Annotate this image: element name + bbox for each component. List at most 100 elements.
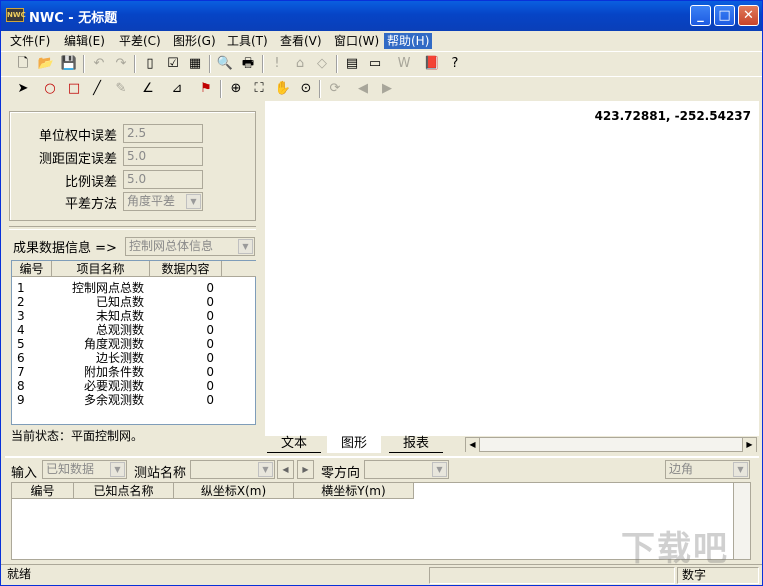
- list-item[interactable]: 7 附加条件数 0: [12, 365, 257, 379]
- tab-report[interactable]: 报表: [389, 436, 444, 453]
- zoom-extent-icon[interactable]: ⛶: [249, 79, 269, 99]
- item-name: 已知点数: [95, 295, 144, 309]
- report-icon[interactable]: W: [394, 54, 414, 74]
- menu-help[interactable]: 帮助(H): [384, 33, 433, 49]
- angle-type-select[interactable]: 边角 ▼: [665, 460, 750, 479]
- open-folder-icon[interactable]: 📂: [36, 54, 56, 74]
- network-info-list[interactable]: 编号 项目名称 数据内容 1 控制网点总数 0 2 已知点数 0 3 未知点数 0 4 总观测…: [11, 260, 256, 425]
- list-header-value[interactable]: 数据内容: [150, 261, 222, 277]
- help-book-icon[interactable]: 📕: [422, 54, 442, 74]
- prev-station-icon[interactable]: ◀: [277, 460, 294, 479]
- grid-header-point-name[interactable]: 已知点名称: [74, 483, 174, 499]
- input-label: 输入: [11, 466, 38, 481]
- menu-bar: 文件(F) 编辑(E) 平差(C) 图形(G) 工具(T) 查看(V) 窗口(W…: [1, 31, 762, 51]
- list-item[interactable]: 1 控制网点总数 0: [12, 281, 257, 295]
- item-value: 0: [206, 295, 214, 309]
- item-no: 2: [17, 295, 25, 309]
- tab-graphics[interactable]: 图形: [327, 436, 382, 453]
- menu-graphics[interactable]: 图形(G): [170, 33, 219, 49]
- menu-file[interactable]: 文件(F): [7, 33, 53, 49]
- zoom-window-icon[interactable]: ⊙: [296, 79, 316, 99]
- table-icon[interactable]: ▦: [185, 54, 205, 74]
- flag-pointer-icon[interactable]: ⚑: [196, 79, 216, 99]
- print-icon[interactable]: 🖶: [238, 54, 258, 74]
- redo-icon[interactable]: ↷: [111, 54, 131, 74]
- menu-window[interactable]: 窗口(W): [331, 33, 382, 49]
- check-edit-icon[interactable]: ☑: [163, 54, 183, 74]
- menu-tools[interactable]: 工具(T): [224, 33, 271, 49]
- list-item[interactable]: 6 边长测数 0: [12, 351, 257, 365]
- point-icon[interactable]: ○: [40, 79, 60, 99]
- toolbar-separator: [83, 55, 85, 73]
- menu-edit[interactable]: 编辑(E): [61, 33, 108, 49]
- list-item[interactable]: 2 已知点数 0: [12, 295, 257, 309]
- scroll-right-icon[interactable]: ▶: [742, 438, 756, 452]
- chevron-down-icon[interactable]: ▼: [110, 462, 125, 477]
- item-no: 4: [17, 323, 25, 337]
- zero-direction-select[interactable]: ▼: [364, 460, 449, 479]
- graphics-canvas[interactable]: 423.72881, -252.54237: [265, 101, 759, 436]
- chevron-down-icon[interactable]: ▼: [186, 194, 201, 209]
- select-arrow-icon[interactable]: ➤: [13, 79, 33, 99]
- new-file-icon[interactable]: 🗋: [13, 54, 33, 74]
- grid-header-y[interactable]: 横坐标Y(m): [294, 483, 414, 499]
- whats-this-icon[interactable]: ?: [445, 54, 465, 74]
- prev-arrow-icon[interactable]: ◀: [353, 79, 373, 99]
- station-name-select[interactable]: ▼: [190, 460, 275, 479]
- range-fixed-error-field[interactable]: 5.0: [123, 147, 203, 166]
- item-name: 控制网点总数: [71, 281, 144, 295]
- chevron-down-icon[interactable]: ▼: [432, 462, 447, 477]
- list-item[interactable]: 9 多余观测数 0: [12, 393, 257, 407]
- item-no: 5: [17, 337, 25, 351]
- tab-text[interactable]: 文本: [267, 436, 322, 453]
- square-point-icon[interactable]: □: [64, 79, 84, 99]
- adjustment-method-label: 平差方法: [64, 197, 117, 212]
- list-item[interactable]: 4 总观测数 0: [12, 323, 257, 337]
- grid-header-x[interactable]: 纵坐标X(m): [174, 483, 294, 499]
- title-bar[interactable]: NWC NWC - 无标题 _ □ ✕: [1, 1, 762, 31]
- item-name: 角度观测数: [83, 337, 144, 351]
- edge-tool-icon[interactable]: ⊿: [167, 79, 187, 99]
- menu-view[interactable]: 查看(V): [277, 33, 325, 49]
- network-icon[interactable]: ⌂: [290, 54, 310, 74]
- pencil-icon[interactable]: ✎: [111, 79, 131, 99]
- unit-weight-error-field[interactable]: 2.5: [123, 124, 203, 143]
- chevron-down-icon[interactable]: ▼: [258, 462, 273, 477]
- minimize-button[interactable]: _: [690, 5, 711, 26]
- toolbar-separator: [319, 80, 321, 98]
- status-mode: 数字: [677, 567, 759, 584]
- chevron-down-icon[interactable]: ▼: [733, 462, 748, 477]
- list-header-name[interactable]: 项目名称: [52, 261, 150, 277]
- refresh-icon[interactable]: ⟳: [325, 79, 345, 99]
- ruler-icon[interactable]: ▭: [365, 54, 385, 74]
- next-arrow-icon[interactable]: ▶: [377, 79, 397, 99]
- grid-header-no[interactable]: 编号: [12, 483, 74, 499]
- chevron-down-icon[interactable]: ▼: [238, 239, 253, 254]
- calculator-icon[interactable]: ▤: [342, 54, 362, 74]
- close-button[interactable]: ✕: [738, 5, 759, 26]
- blank-page-icon[interactable]: ▯: [140, 54, 160, 74]
- result-info-select[interactable]: 控制网总体信息 ▼: [125, 237, 255, 256]
- warning-icon[interactable]: !: [267, 54, 287, 74]
- input-type-select[interactable]: 已知数据 ▼: [42, 460, 127, 479]
- item-name: 附加条件数: [83, 365, 144, 379]
- list-item[interactable]: 8 必要观测数 0: [12, 379, 257, 393]
- scroll-left-icon[interactable]: ◀: [466, 438, 480, 452]
- list-header-no[interactable]: 编号: [12, 261, 52, 277]
- angle-tool-icon[interactable]: ∠: [138, 79, 158, 99]
- list-item[interactable]: 3 未知点数 0: [12, 309, 257, 323]
- zoom-in-icon[interactable]: ⊕: [226, 79, 246, 99]
- pan-hand-icon[interactable]: ✋: [273, 79, 293, 99]
- maximize-button[interactable]: □: [714, 5, 735, 26]
- next-station-icon[interactable]: ▶: [297, 460, 314, 479]
- polygon-icon[interactable]: ◇: [312, 54, 332, 74]
- horizontal-scrollbar[interactable]: ◀ ▶: [465, 437, 757, 452]
- list-item[interactable]: 5 角度观测数 0: [12, 337, 257, 351]
- adjustment-method-select[interactable]: 角度平差 ▼: [123, 192, 203, 211]
- undo-icon[interactable]: ↶: [89, 54, 109, 74]
- print-preview-icon[interactable]: 🔍: [215, 54, 235, 74]
- proportional-error-field[interactable]: 5.0: [123, 170, 203, 189]
- menu-adjust[interactable]: 平差(C): [116, 33, 164, 49]
- save-icon[interactable]: 💾: [59, 54, 79, 74]
- line-icon[interactable]: ╱: [87, 79, 107, 99]
